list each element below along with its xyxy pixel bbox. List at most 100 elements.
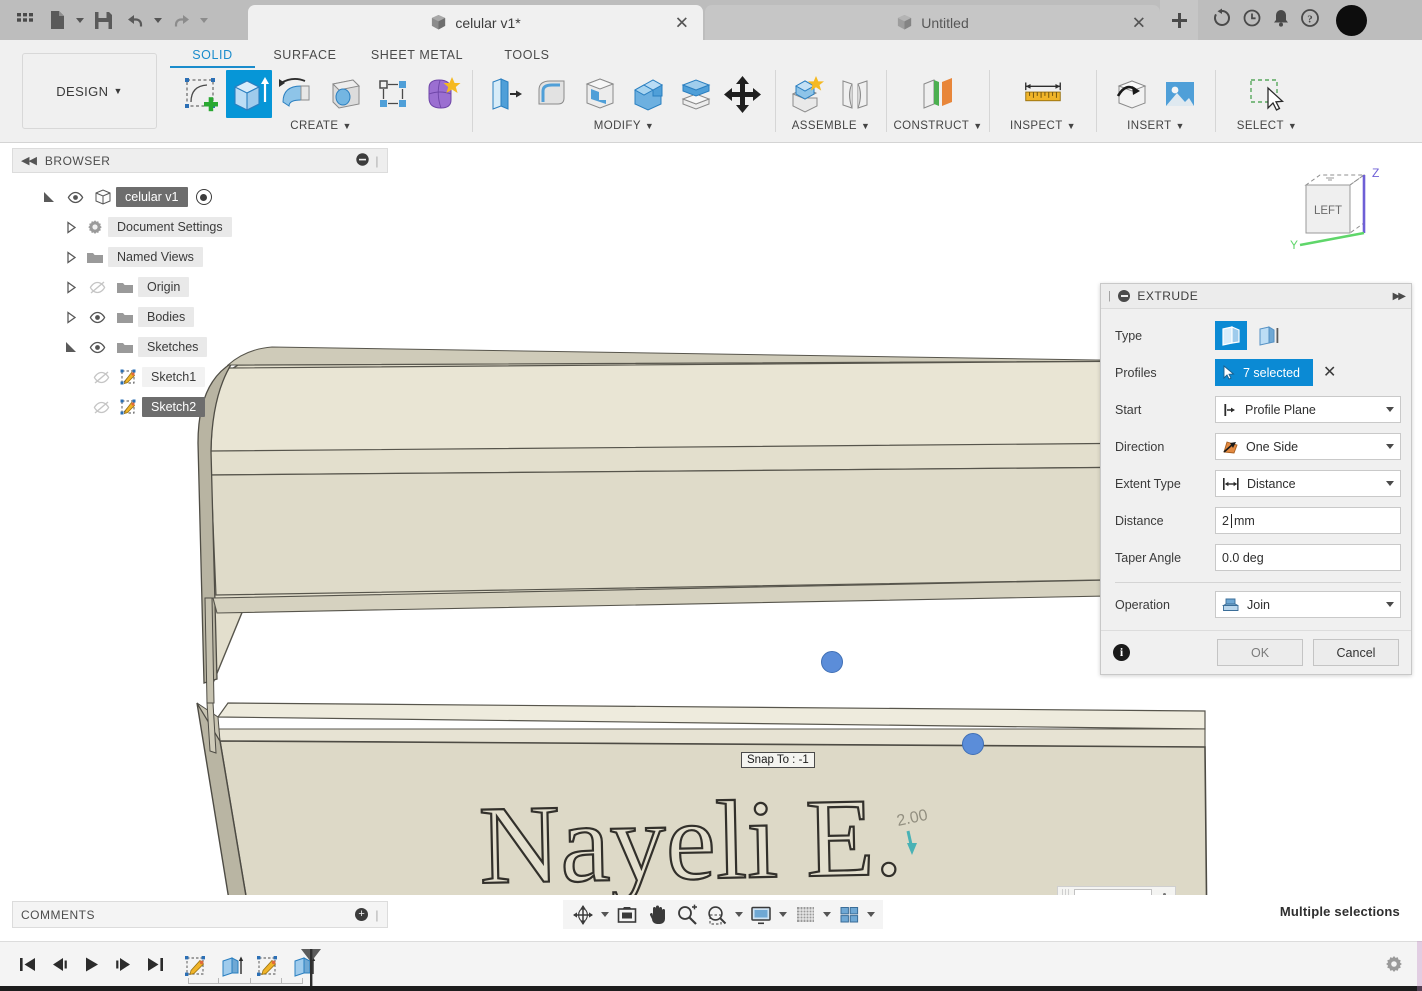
cancel-button[interactable]: Cancel xyxy=(1313,639,1399,666)
display-settings-icon[interactable] xyxy=(747,901,775,928)
thin-extrude-icon[interactable] xyxy=(1253,321,1285,350)
expander-collapsed-icon[interactable] xyxy=(60,310,82,324)
timeline-sketch1[interactable] xyxy=(181,951,211,983)
extrude-handle-top[interactable] xyxy=(821,651,843,673)
joint-icon[interactable] xyxy=(832,70,878,118)
move-copy-icon[interactable] xyxy=(721,70,767,118)
orbit-icon[interactable] xyxy=(569,901,597,928)
browser-minimize-icon[interactable] xyxy=(356,152,370,169)
viewports-icon[interactable] xyxy=(835,901,863,928)
drag-grip-icon[interactable] xyxy=(1062,889,1069,895)
undo-icon[interactable] xyxy=(120,3,150,37)
grid-snaps-icon[interactable] xyxy=(791,901,819,928)
collapse-dialog-icon[interactable] xyxy=(1118,290,1131,302)
direction-dropdown[interactable]: One Side xyxy=(1215,433,1401,460)
undo-caret-icon[interactable] xyxy=(152,3,164,37)
operation-dropdown[interactable]: Join xyxy=(1215,591,1401,618)
visibility-eye-icon[interactable] xyxy=(82,311,112,324)
help-icon[interactable]: ? xyxy=(1300,8,1320,33)
extrude-dialog-header[interactable]: | EXTRUDE ▶▶ xyxy=(1101,284,1411,309)
look-at-icon[interactable] xyxy=(613,901,641,928)
chevron-down-icon[interactable] xyxy=(1386,444,1394,449)
go-to-end-icon[interactable] xyxy=(146,955,165,979)
extent-type-dropdown[interactable]: Distance xyxy=(1215,470,1401,497)
new-component-icon[interactable] xyxy=(784,70,830,118)
info-icon[interactable]: i xyxy=(1113,644,1130,661)
orbit-caret-icon[interactable] xyxy=(599,901,611,928)
expander-collapsed-icon[interactable] xyxy=(60,220,82,234)
add-comment-icon[interactable]: + xyxy=(355,908,369,921)
document-tab-celular[interactable]: celular v1* ✕ xyxy=(248,5,703,40)
select-cursor-icon[interactable] xyxy=(1244,70,1290,118)
zoom-window-caret-icon[interactable] xyxy=(733,901,745,928)
grid-snaps-caret-icon[interactable] xyxy=(821,901,833,928)
distance-value-input[interactable]: 2 mm xyxy=(1074,888,1152,895)
measure-icon[interactable] xyxy=(1020,70,1066,118)
insert-derive-icon[interactable] xyxy=(1109,70,1155,118)
panel-assemble-label[interactable]: ASSEMBLE ▼ xyxy=(792,120,871,132)
panel-construct-label[interactable]: CONSTRUCT ▼ xyxy=(893,120,982,132)
panel-inspect-label[interactable]: INSPECT ▼ xyxy=(1010,120,1076,132)
fillet-icon[interactable] xyxy=(529,70,575,118)
zoom-window-icon[interactable] xyxy=(703,901,731,928)
visibility-eye-off-icon[interactable] xyxy=(82,280,112,294)
file-caret-icon[interactable] xyxy=(74,3,86,37)
visibility-eye-off-icon[interactable] xyxy=(86,400,116,414)
resize-grip-icon[interactable]: | xyxy=(375,154,379,168)
tree-item-origin[interactable]: Origin xyxy=(12,272,388,302)
chevron-down-icon[interactable] xyxy=(1386,481,1394,486)
tree-item-sketches[interactable]: Sketches xyxy=(12,332,388,362)
create-sketch-icon[interactable] xyxy=(178,70,224,118)
taper-angle-input[interactable]: 0.0 deg xyxy=(1215,544,1401,571)
chevron-down-icon[interactable] xyxy=(1386,602,1394,607)
expander-expanded-icon[interactable] xyxy=(38,191,60,204)
pattern-icon[interactable] xyxy=(370,70,416,118)
pan-icon[interactable] xyxy=(643,901,671,928)
expander-collapsed-icon[interactable] xyxy=(60,250,82,264)
play-icon[interactable] xyxy=(82,955,101,979)
sweep-icon[interactable] xyxy=(322,70,368,118)
expander-collapsed-icon[interactable] xyxy=(60,280,82,294)
redo-caret-icon[interactable] xyxy=(198,3,210,37)
panel-modify-label[interactable]: MODIFY ▼ xyxy=(594,120,654,132)
combine-icon[interactable] xyxy=(625,70,671,118)
expander-expanded-icon[interactable] xyxy=(60,341,82,354)
extrude-dialog[interactable]: | EXTRUDE ▶▶ Type Profiles 7 selected ✕ … xyxy=(1100,283,1412,675)
tab-solid[interactable]: SOLID xyxy=(170,45,255,68)
tree-item-celular[interactable]: celular v1 xyxy=(12,182,388,212)
comments-panel[interactable]: COMMENTS + | xyxy=(12,901,388,928)
press-pull-icon[interactable] xyxy=(481,70,527,118)
viewports-caret-icon[interactable] xyxy=(865,901,877,928)
new-tab-button[interactable] xyxy=(1160,0,1198,40)
document-tab-untitled[interactable]: Untitled ✕ xyxy=(705,5,1160,40)
account-avatar[interactable] xyxy=(1336,4,1367,36)
close-tab-icon[interactable]: ✕ xyxy=(675,14,689,31)
resize-grip-icon[interactable]: | xyxy=(375,908,379,922)
visibility-eye-icon[interactable] xyxy=(60,191,90,204)
tree-item-bodies[interactable]: Bodies xyxy=(12,302,388,332)
offset-plane-icon[interactable] xyxy=(915,70,961,118)
visibility-eye-off-icon[interactable] xyxy=(86,370,116,384)
tab-sheet-metal[interactable]: SHEET METAL xyxy=(355,45,479,68)
collapse-panel-icon[interactable]: ◀◀ xyxy=(21,154,37,167)
profiles-selection-button[interactable]: 7 selected xyxy=(1215,359,1313,386)
insert-image-icon[interactable] xyxy=(1157,70,1203,118)
clear-selection-icon[interactable]: ✕ xyxy=(1323,364,1336,381)
timeline-sketch2[interactable] xyxy=(253,951,283,983)
notifications-bell-icon[interactable] xyxy=(1272,8,1290,33)
close-tab-icon[interactable]: ✕ xyxy=(1132,14,1146,31)
go-to-beginning-icon[interactable] xyxy=(18,955,37,979)
timeline-extrude1[interactable] xyxy=(217,951,247,983)
distance-input[interactable]: 2 mm xyxy=(1215,507,1401,534)
zoom-icon[interactable] xyxy=(673,901,701,928)
chevron-down-icon[interactable] xyxy=(1386,407,1394,412)
activate-component-radio[interactable] xyxy=(195,189,212,205)
form-icon[interactable] xyxy=(418,70,464,118)
extrude-handle-bottom[interactable] xyxy=(962,733,984,755)
workspace-switcher[interactable]: DESIGN ▼ xyxy=(22,53,157,129)
tree-item-sketch1[interactable]: Sketch1 xyxy=(12,362,388,392)
ok-button[interactable]: OK xyxy=(1217,639,1303,666)
distance-manipulator-widget[interactable]: 2 mm xyxy=(1057,886,1176,895)
job-status-icon[interactable] xyxy=(1242,8,1262,33)
panel-create-label[interactable]: CREATE ▼ xyxy=(290,120,352,132)
